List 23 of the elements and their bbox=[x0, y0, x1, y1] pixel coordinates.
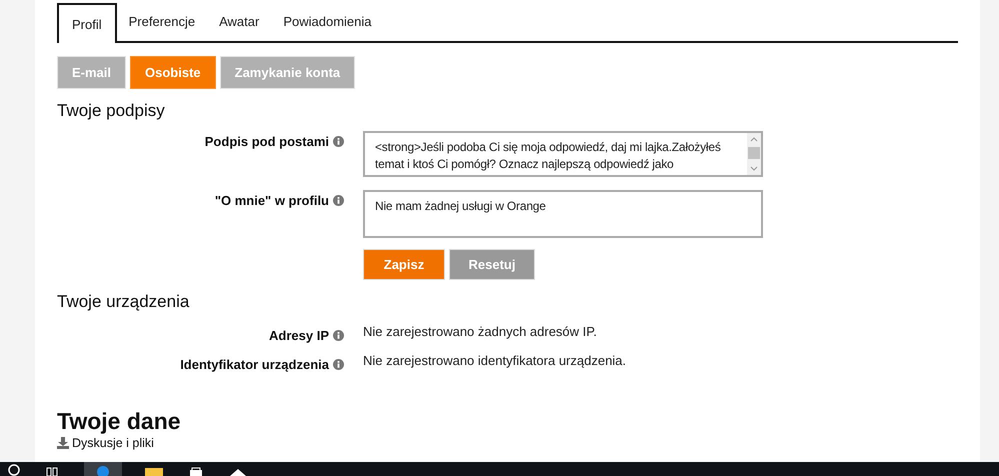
tab[interactable]: Awatar bbox=[207, 3, 272, 41]
text-area[interactable]: <strong>Jeśli podoba Ci się moja odpowiedź, daj mi lajka.Założyłeś temat i ktoś Ci pomógł? Oznacz najlepszą odpowiedź jako bbox=[363, 131, 763, 177]
info-icon[interactable] bbox=[333, 330, 344, 341]
scrollbar-icon[interactable] bbox=[747, 133, 761, 175]
field-label: Identyfikator urządzenia bbox=[180, 357, 329, 372]
text-area[interactable]: Nie mam żadnej usługi w Orange bbox=[363, 190, 763, 238]
field-label: "O mnie" w profilu bbox=[214, 193, 329, 208]
field-value: Nie zarejestrowano żadnych adresów IP. bbox=[363, 323, 597, 339]
download-icon[interactable] bbox=[57, 437, 69, 449]
tab[interactable]: Profil bbox=[57, 3, 117, 43]
info-icon[interactable] bbox=[333, 136, 344, 147]
field-label: Podpis pod postami bbox=[204, 134, 329, 149]
section-heading: Twoje urządzenia bbox=[57, 292, 190, 312]
search-icon[interactable] bbox=[6, 462, 20, 476]
section-heading: Twoje dane bbox=[57, 408, 182, 434]
link[interactable]: Dyskusje i pliki bbox=[72, 436, 154, 450]
info-icon[interactable] bbox=[333, 359, 344, 370]
section-heading: Twoje podpisy bbox=[57, 101, 166, 121]
field-value: Nie zarejestrowano identyfikatora urządzenia. bbox=[363, 352, 626, 368]
field-label: Adresy IP bbox=[269, 328, 329, 343]
info-icon[interactable] bbox=[333, 195, 344, 206]
tab[interactable]: Preferencje bbox=[116, 3, 208, 41]
tab[interactable]: Powiadomienia bbox=[271, 3, 384, 41]
